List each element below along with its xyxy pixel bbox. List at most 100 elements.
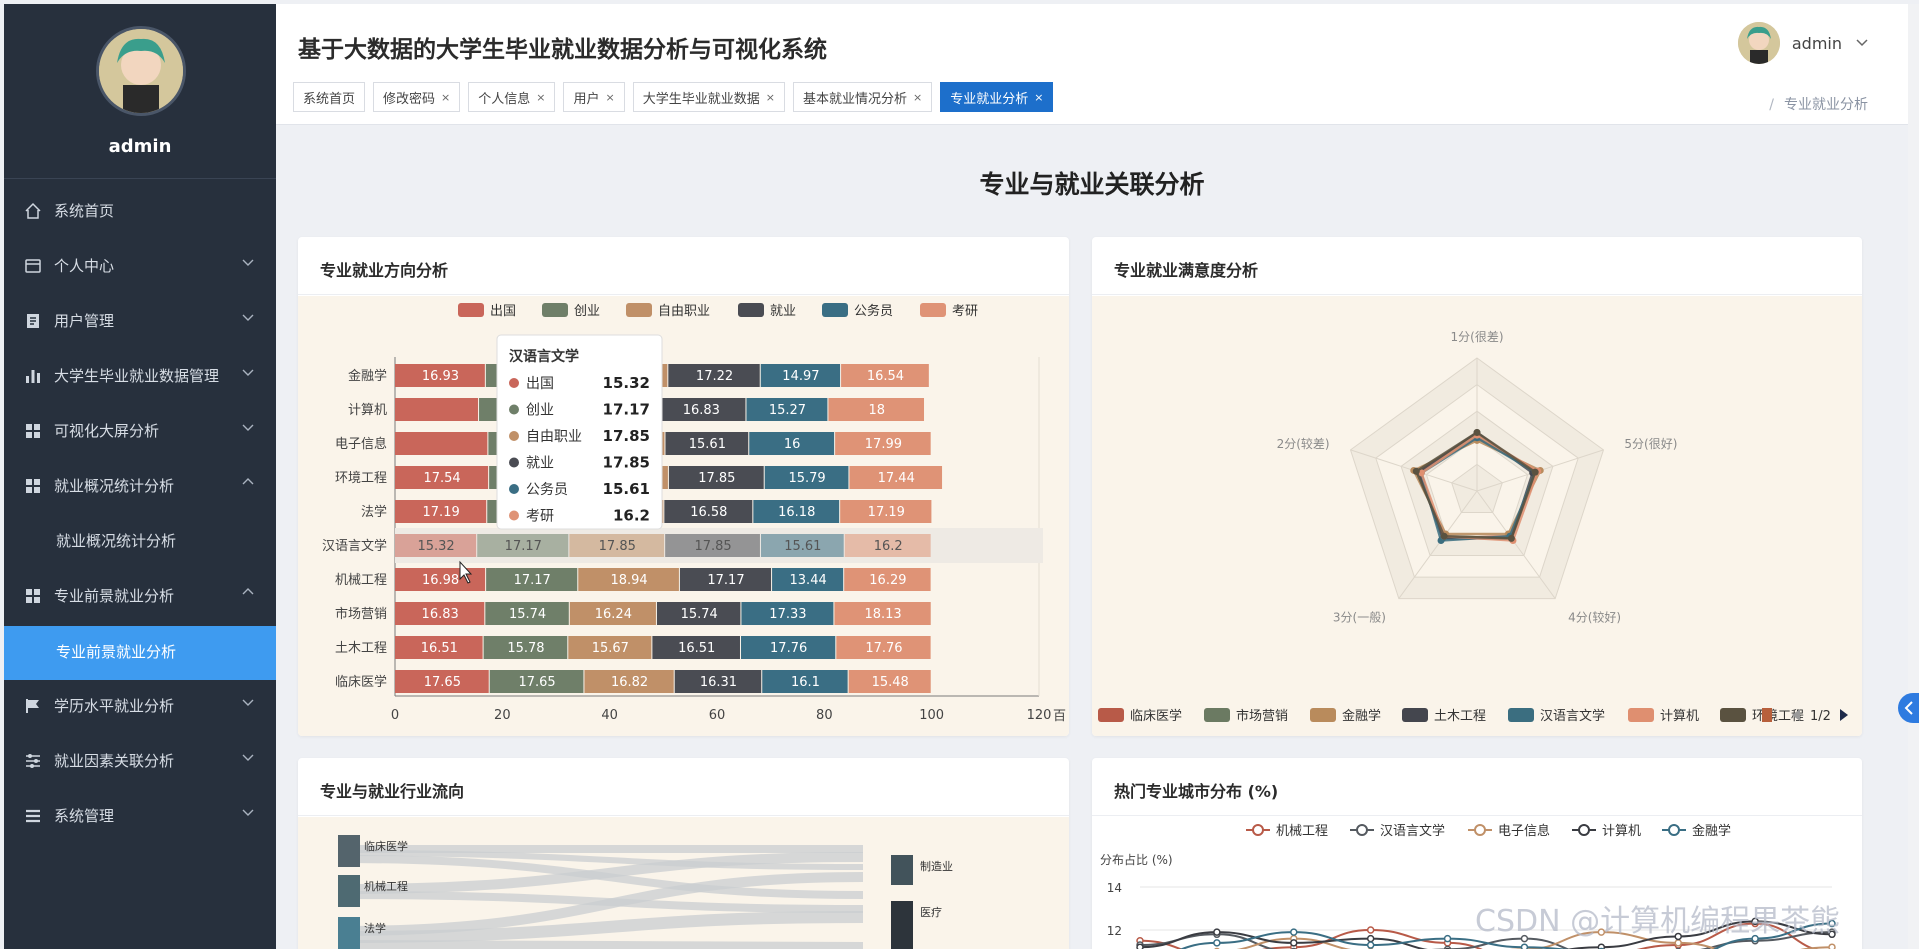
- sidebar-item-8[interactable]: 专业前景就业分析: [4, 626, 276, 680]
- legend-item-2: 电子信息: [1468, 823, 1550, 839]
- bar-value-label: 16: [784, 437, 801, 452]
- tab-4[interactable]: 大学生毕业就业数据 ×: [632, 82, 785, 112]
- close-icon[interactable]: ×: [441, 91, 450, 104]
- legend-swatch: [1628, 708, 1654, 722]
- close-icon[interactable]: ×: [766, 91, 775, 104]
- category-label: 计算机: [348, 403, 387, 418]
- sidebar-item-2[interactable]: 用户管理: [4, 295, 276, 347]
- bar-value-label: 17.85: [698, 471, 735, 486]
- legend-marker: [1252, 824, 1264, 836]
- bar-value-label: 18: [868, 403, 885, 418]
- tab-bar: 系统首页 修改密码 × 个人信息 × 用户 × 大学生毕业就业数据 × 基本就业情况分析 × 专业就业…: [293, 82, 1061, 112]
- chevron-left-icon[interactable]: [1898, 693, 1919, 723]
- x-tick-label: 100: [919, 708, 944, 723]
- legend-overflow-swatch: [1762, 708, 1772, 722]
- chevron-down-icon: [242, 809, 254, 816]
- tab-5[interactable]: 基本就业情况分析 ×: [792, 82, 933, 112]
- legend-next-icon: [1840, 709, 1848, 721]
- sidebar-item-9[interactable]: 学历水平就业分析: [4, 680, 276, 732]
- tooltip-row-name: 公务员: [526, 482, 568, 498]
- tab-0[interactable]: 系统首页: [293, 82, 366, 112]
- sidebar-item-10[interactable]: 就业因素关联分析: [4, 735, 276, 787]
- sidebar-item-label: 系统首页: [54, 202, 115, 220]
- bar-value-label: 16.83: [422, 607, 459, 622]
- bar-value-label: 17.85: [694, 539, 731, 554]
- x-tick-label: 40: [601, 708, 618, 723]
- sidebar-item-1[interactable]: 个人中心: [4, 240, 276, 292]
- sankey-target-node: [891, 855, 913, 885]
- sidebar-item-0[interactable]: 系统首页: [4, 185, 276, 237]
- tooltip-dot: [509, 510, 519, 521]
- tooltip-row-value: 16.2: [613, 507, 650, 525]
- scrollbar[interactable]: [1908, 4, 1919, 949]
- bar-value-label: 17.19: [423, 505, 460, 520]
- tab-2[interactable]: 个人信息 ×: [468, 82, 556, 112]
- bar-value-label: 16.24: [595, 607, 632, 622]
- legend-swatch: [1720, 708, 1746, 722]
- header-user-name[interactable]: admin: [1792, 34, 1842, 53]
- legend-item-3: 就业: [738, 303, 796, 319]
- direction-card: 专业就业方向分析 出国 创业 自由职业 就业 公务员 考研 0 20 40 60 80 100 120 百…: [298, 237, 1069, 736]
- legend-label: 电子信息: [1498, 823, 1550, 839]
- legend-label: 出国: [490, 304, 516, 319]
- legend-item-5: 考研: [920, 303, 978, 319]
- bar-value-label: 17.17: [707, 573, 744, 588]
- chevron-down-icon: [242, 424, 254, 431]
- legend-label: 计算机: [1660, 709, 1699, 724]
- legend-marker: [1578, 824, 1590, 836]
- close-icon[interactable]: ×: [913, 91, 922, 104]
- radar-indicator-label: 2分(较差): [1277, 436, 1330, 451]
- bar-value-label: 15.32: [417, 539, 454, 554]
- tooltip-row: 自由职业 17.85: [509, 427, 650, 445]
- legend-label: 金融学: [1692, 823, 1731, 839]
- satisfaction-card: 专业就业满意度分析 1分(很差) 5分(很好) 4分(较好) 3分(一般) 2分(较差)…: [1092, 237, 1862, 736]
- flag-icon: [26, 699, 39, 713]
- legend-label: 机械工程: [1276, 824, 1328, 839]
- tab-3[interactable]: 用户 ×: [563, 82, 625, 112]
- user-menu[interactable]: admin: [1737, 22, 1868, 64]
- sankey-source-node: [338, 875, 360, 907]
- bar-value-label: 16.58: [690, 505, 727, 520]
- sidebar-item-11[interactable]: 系统管理: [4, 790, 276, 842]
- flow-card: 专业与就业行业流向 临床医学 机械工程 法学 制造业 医疗: [298, 758, 1069, 949]
- sidebar-item-6[interactable]: 就业概况统计分析: [4, 515, 276, 567]
- sidebar-item-3[interactable]: 大学生毕业就业数据管理: [4, 350, 276, 402]
- legend-label: 临床医学: [1130, 708, 1182, 724]
- bar-value-label: 16.51: [678, 641, 715, 656]
- bar-value-label: 17.65: [424, 675, 461, 690]
- sidebar-item-label: 就业概况统计分析: [54, 477, 175, 495]
- legend-swatch: [920, 303, 946, 317]
- line-point: [1290, 939, 1298, 947]
- bar-chart-icon: [26, 370, 40, 383]
- tooltip-row-value: 15.32: [603, 374, 650, 392]
- breadcrumb-current[interactable]: 专业就业分析: [1784, 97, 1868, 113]
- tab-1[interactable]: 修改密码 ×: [373, 82, 461, 112]
- sidebar-avatar: [96, 26, 186, 116]
- grid-icon: [26, 424, 40, 438]
- tab-6[interactable]: 专业就业分析 ×: [940, 82, 1054, 112]
- legend-swatch: [738, 303, 764, 317]
- side-panel-toggle[interactable]: [1898, 693, 1919, 723]
- line-point: [1366, 926, 1375, 934]
- category-label: 市场营销: [335, 606, 387, 622]
- close-icon[interactable]: ×: [1034, 91, 1043, 104]
- category-label: 临床医学: [335, 674, 387, 690]
- chevron-down-icon[interactable]: [1856, 39, 1868, 47]
- sidebar-item-5[interactable]: 就业概况统计分析: [4, 460, 276, 512]
- tab-label: 系统首页: [303, 91, 356, 107]
- sidebar-item-4[interactable]: 可视化大屏分析: [4, 405, 276, 457]
- header-avatar[interactable]: [1737, 22, 1780, 64]
- radar-indicator-label: 5分(很好): [1624, 437, 1677, 451]
- tooltip-row-value: 17.17: [603, 401, 650, 419]
- sidebar-item-label: 专业前景就业分析: [54, 587, 175, 605]
- sidebar-item-7[interactable]: 专业前景就业分析: [4, 570, 276, 622]
- direction-bar-chart: 出国 创业 自由职业 就业 公务员 考研0 20 40 60 80 100 120 百金融学 16.93 1…: [322, 303, 1066, 724]
- tab-label: 基本就业情况分析: [802, 91, 907, 107]
- legend-item-2: 金融学: [1310, 708, 1381, 724]
- close-icon[interactable]: ×: [606, 91, 615, 104]
- sankey-target-label: 制造业: [920, 859, 953, 873]
- legend-label: 市场营销: [1236, 708, 1288, 724]
- bar-value-label: 16.51: [421, 641, 458, 656]
- legend-swatch: [822, 303, 848, 317]
- close-icon[interactable]: ×: [536, 91, 545, 104]
